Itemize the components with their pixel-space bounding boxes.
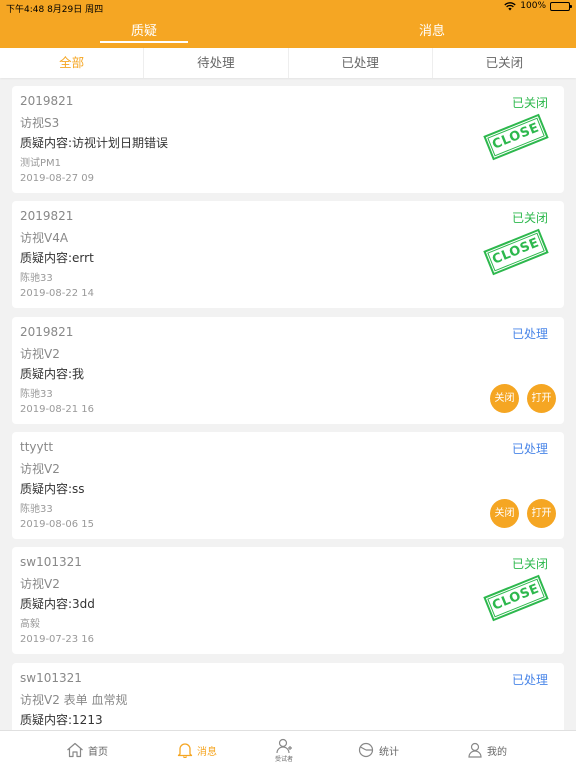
tab-query[interactable]: 质疑 (100, 20, 188, 39)
nav-profile[interactable]: 我的 (467, 731, 507, 768)
query-visit: 访视V2 (20, 462, 60, 476)
nav-home-label: 首页 (88, 746, 108, 758)
query-code: sw101321 (20, 671, 82, 685)
query-author: 陈驰33 (20, 273, 53, 284)
nav-profile-label: 我的 (487, 746, 507, 758)
query-status: 已关闭 (511, 96, 548, 110)
query-code: sw101321 (20, 555, 82, 569)
wifi-icon (504, 1, 516, 10)
open-query-button[interactable]: 打开 (527, 499, 556, 528)
query-date: 2019-08-22 14 (20, 288, 95, 299)
query-card[interactable]: 2019821 访视V2 质疑内容:我 陈驰33 2019-08-21 16 已… (12, 317, 564, 424)
close-stamp: CLOSE (483, 574, 549, 622)
query-code: 2019821 (20, 94, 74, 108)
query-date: 2019-07-23 16 (20, 634, 95, 645)
filter-tab-all[interactable]: 全部 (0, 48, 145, 78)
bottom-nav: 首页 消息 受试者 统计 我的 (0, 730, 576, 768)
close-stamp: CLOSE (483, 113, 549, 161)
battery-percent: 100% (520, 1, 546, 11)
filter-tab-closed[interactable]: 已关闭 (433, 48, 576, 78)
nav-statistics-label: 统计 (379, 746, 399, 758)
filter-tab-processed[interactable]: 已处理 (289, 48, 433, 78)
bell-icon (177, 743, 193, 758)
query-author: 测试PM1 (20, 158, 62, 169)
query-code: ttyytt (20, 440, 54, 454)
query-card[interactable]: 2019821 访视V4A 质疑内容:errt 陈驰33 2019-08-22 … (12, 201, 564, 308)
close-query-button[interactable]: 关闭 (490, 499, 519, 528)
query-list[interactable]: 2019821 访视S3 质疑内容:访视计划日期错误 测试PM1 2019-08… (0, 78, 576, 730)
query-card[interactable]: sw101321 访视V2 表单 血常规 质疑内容:1213 已处理 关闭 打开 (12, 663, 564, 730)
close-stamp: CLOSE (483, 228, 549, 276)
query-code: 2019821 (20, 325, 74, 339)
query-status: 已关闭 (511, 557, 548, 571)
query-content: 质疑内容:errt (20, 251, 94, 265)
nav-messages[interactable]: 消息 (177, 731, 217, 768)
app-header: 下午4:48 8月29日 周四 100% 质疑 消息 (0, 0, 576, 48)
add-person-icon (276, 738, 292, 753)
nav-messages-label: 消息 (197, 746, 217, 758)
query-content: 质疑内容:ss (20, 482, 85, 496)
query-author: 陈驰33 (20, 389, 53, 400)
user-icon (468, 742, 482, 758)
query-code: 2019821 (20, 209, 74, 223)
query-visit: 访视V2 (20, 577, 60, 591)
close-query-button[interactable]: 关闭 (490, 384, 519, 413)
nav-subjects-label: 受试者 (275, 755, 294, 763)
query-visit: 访视V2 表单 血常规 (20, 693, 128, 707)
query-visit: 访视S3 (20, 116, 60, 130)
query-visit: 访视V4A (20, 231, 69, 245)
query-author: 陈驰33 (20, 504, 53, 515)
query-card[interactable]: sw101321 访视V2 质疑内容:3dd 高毅 2019-07-23 16 … (12, 547, 564, 654)
status-right: 100% (504, 1, 572, 11)
open-query-button[interactable]: 打开 (527, 384, 556, 413)
query-card[interactable]: 2019821 访视S3 质疑内容:访视计划日期错误 测试PM1 2019-08… (12, 86, 564, 193)
query-status: 已处理 (511, 327, 548, 341)
query-date: 2019-08-21 16 (20, 404, 95, 415)
query-status: 已关闭 (511, 211, 548, 225)
filter-tabs: 全部 待处理 已处理 已关闭 (0, 48, 576, 78)
query-date: 2019-08-06 15 (20, 519, 95, 530)
query-content: 质疑内容:1213 (20, 713, 103, 727)
nav-statistics[interactable]: 统计 (357, 731, 399, 768)
tab-messages[interactable]: 消息 (388, 20, 476, 39)
query-content: 质疑内容:3dd (20, 597, 95, 611)
query-author: 高毅 (20, 619, 40, 630)
status-time: 下午4:48 8月29日 周四 (6, 5, 104, 15)
query-date: 2019-08-27 09 (20, 173, 95, 184)
query-card[interactable]: ttyytt 访视V2 质疑内容:ss 陈驰33 2019-08-06 15 已… (12, 432, 564, 539)
active-tab-indicator (100, 41, 188, 43)
nav-subjects[interactable]: 受试者 (275, 731, 293, 768)
pie-chart-icon (358, 742, 374, 758)
home-icon (67, 742, 83, 758)
query-content: 质疑内容:我 (20, 367, 85, 381)
query-status: 已处理 (511, 673, 548, 687)
query-status: 已处理 (511, 442, 548, 456)
status-bar: 下午4:48 8月29日 周四 100% (0, 0, 576, 15)
nav-home[interactable]: 首页 (66, 731, 108, 768)
query-content: 质疑内容:访视计划日期错误 (20, 136, 169, 150)
query-visit: 访视V2 (20, 347, 60, 361)
battery-icon (550, 1, 572, 11)
filter-tab-pending[interactable]: 待处理 (144, 48, 289, 78)
